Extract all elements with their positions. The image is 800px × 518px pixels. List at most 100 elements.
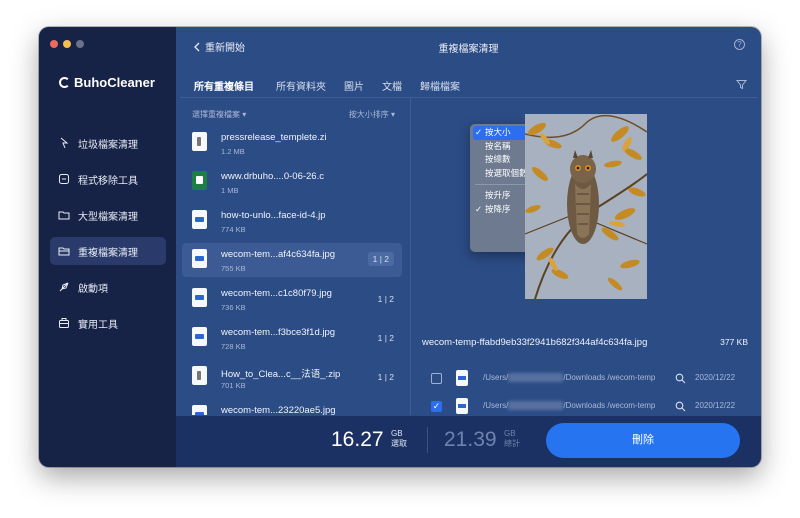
- preview-filename: wecom-temp-ffabd9eb33f2941b682f344af4c63…: [422, 337, 648, 348]
- duplicate-count: 1 | 2: [377, 294, 394, 304]
- sidebar-item-label: 啟動項: [78, 283, 108, 295]
- toolbox-icon: [59, 318, 69, 328]
- sort-dropdown[interactable]: 按大小排序 ▾: [349, 109, 395, 120]
- zoom-window-button[interactable]: [76, 40, 84, 48]
- excel-file-icon: [192, 171, 207, 190]
- sidebar: BuhoCleaner 垃圾檔案清理 程式移除工具 大型檔案清理 重複檔案清理 …: [39, 27, 176, 467]
- folder-icon: [58, 211, 70, 220]
- file-name: how-to-unlo...face-id-4.jp: [221, 210, 326, 221]
- file-name: www.drbuho....0-06-26.c: [221, 171, 324, 182]
- buho-logo-icon: [59, 77, 70, 88]
- duplicate-path-row: ✓ /Users/ /Downloads /wecom-temp 2020/12/…: [431, 397, 751, 417]
- file-name: wecom-tem...f3bce3f1d.jpg: [221, 327, 336, 338]
- list-item[interactable]: wecom-tem...c1c80f79.jpg 736 KB 1 | 2: [182, 282, 402, 316]
- bottom-bar: 16.27 GB 選取 21.39 GB 總計 刪除: [176, 416, 761, 467]
- list-item-selected[interactable]: wecom-tem...af4c634fa.jpg 755 KB 1 | 2: [182, 243, 402, 277]
- image-file-icon: [456, 370, 468, 386]
- duplicate-count: 1 | 2: [377, 333, 394, 343]
- reveal-in-finder-icon[interactable]: [675, 401, 686, 412]
- filter-icon[interactable]: [736, 79, 747, 90]
- path-checkbox-checked[interactable]: ✓: [431, 401, 442, 412]
- minimize-window-button[interactable]: [63, 40, 71, 48]
- footer-divider: [427, 427, 428, 453]
- image-file-icon: [456, 398, 468, 414]
- total-unit: GB: [504, 429, 516, 438]
- app-icon: [59, 174, 69, 184]
- path-prefix: /Users/: [483, 401, 509, 410]
- select-duplicates-dropdown[interactable]: 選擇重複檔案 ▾: [192, 109, 246, 120]
- brand-logo: BuhoCleaner: [59, 75, 155, 90]
- image-file-icon: [192, 288, 207, 307]
- duplicate-folder-icon: [58, 247, 70, 256]
- file-size: 728 KB: [221, 342, 246, 351]
- redacted-username: [508, 373, 564, 383]
- sidebar-item-startup[interactable]: 啟動項: [50, 273, 166, 301]
- preview-filesize: 377 KB: [720, 337, 748, 347]
- page-title: 重複檔案清理: [438, 44, 499, 55]
- path-text: /Users/ /Downloads /wecom-temp: [483, 373, 656, 383]
- path-checkbox[interactable]: [431, 373, 442, 384]
- file-size: 1 MB: [221, 186, 239, 195]
- total-size-unit: GB 總計: [504, 429, 520, 449]
- sidebar-item-label: 大型檔案清理: [78, 211, 138, 223]
- list-item[interactable]: www.drbuho....0-06-26.c 1 MB: [182, 165, 402, 199]
- path-prefix: /Users/: [483, 373, 509, 382]
- list-item[interactable]: wecom-tem...23220ae5.jpg: [182, 399, 402, 415]
- path-date: 2020/12/22: [695, 373, 736, 382]
- path-suffix: /Downloads /wecom-temp: [563, 401, 656, 410]
- image-file-icon: [192, 327, 207, 346]
- reveal-in-finder-icon[interactable]: [675, 373, 686, 384]
- file-size: 755 KB: [221, 264, 246, 273]
- total-label: 總計: [504, 439, 520, 448]
- list-item[interactable]: How_to_Clea...c__法语_.zip 701 KB 1 | 2: [182, 360, 402, 394]
- file-name: wecom-tem...23220ae5.jpg: [221, 405, 336, 415]
- file-name: wecom-tem...af4c634fa.jpg: [221, 249, 336, 260]
- sort-label: 按大小排序: [348, 110, 389, 119]
- main-panel: 重新開始 重複檔案清理 ? 所有重複條目 所有資料夾 圖片 文檔 歸檔檔案 選擇…: [176, 27, 761, 467]
- sidebar-item-label: 重複檔案清理: [78, 247, 138, 259]
- selected-size-value: 16.27: [331, 428, 384, 451]
- path-suffix: /Downloads /wecom-temp: [563, 373, 656, 382]
- delete-button[interactable]: 刪除: [546, 423, 740, 458]
- preview-pane: wecom-temp-ffabd9eb33f2941b682f344af4c63…: [410, 98, 761, 415]
- redacted-username: [508, 401, 564, 411]
- brand-name: BuhoCleaner: [74, 75, 155, 90]
- app-window: BuhoCleaner 垃圾檔案清理 程式移除工具 大型檔案清理 重複檔案清理 …: [39, 27, 761, 467]
- help-icon[interactable]: ?: [734, 39, 745, 50]
- file-icon: [192, 132, 207, 151]
- file-size: 736 KB: [221, 303, 246, 312]
- selected-size-unit: GB 選取: [391, 429, 407, 449]
- duplicate-count: 1 | 2: [377, 372, 394, 382]
- list-item[interactable]: wecom-tem...f3bce3f1d.jpg 728 KB 1 | 2: [182, 321, 402, 355]
- trash-icon: [60, 137, 69, 149]
- window-controls: [50, 40, 84, 48]
- selected-label: 選取: [391, 439, 407, 448]
- sidebar-nav: 垃圾檔案清理 程式移除工具 大型檔案清理 重複檔案清理 啟動項 實用工具: [50, 129, 166, 345]
- list-item[interactable]: pressrelease_templete.zi 1.2 MB: [182, 126, 402, 160]
- close-window-button[interactable]: [50, 40, 58, 48]
- file-size: 774 KB: [221, 225, 246, 234]
- sidebar-item-label: 程式移除工具: [78, 175, 138, 187]
- sidebar-item-uninstaller[interactable]: 程式移除工具: [50, 165, 166, 193]
- duplicate-count: 1 | 2: [367, 252, 394, 266]
- owl-preview-image: [525, 114, 647, 299]
- path-date: 2020/12/22: [695, 401, 736, 410]
- selected-unit: GB: [391, 429, 403, 438]
- image-file-icon: [192, 249, 207, 268]
- path-text: /Users/ /Downloads /wecom-temp: [483, 401, 656, 411]
- total-size-value: 21.39: [444, 428, 497, 451]
- file-name: wecom-tem...c1c80f79.jpg: [221, 288, 332, 299]
- sidebar-item-label: 實用工具: [78, 319, 118, 331]
- list-item[interactable]: how-to-unlo...face-id-4.jp 774 KB: [182, 204, 402, 238]
- file-size: 701 KB: [221, 381, 246, 390]
- top-bar: 重新開始 重複檔案清理 ?: [176, 27, 761, 65]
- list-header: 選擇重複檔案 ▾ 按大小排序 ▾: [192, 109, 395, 120]
- sidebar-item-duplicates[interactable]: 重複檔案清理: [50, 237, 166, 265]
- sidebar-item-junk[interactable]: 垃圾檔案清理: [50, 129, 166, 157]
- file-size: 1.2 MB: [221, 147, 245, 156]
- file-list: 選擇重複檔案 ▾ 按大小排序 ▾ pressrelease_templete.z…: [180, 98, 409, 415]
- sidebar-item-toolkit[interactable]: 實用工具: [50, 309, 166, 337]
- rocket-icon: [59, 282, 69, 292]
- zip-file-icon: [192, 366, 207, 385]
- sidebar-item-large-files[interactable]: 大型檔案清理: [50, 201, 166, 229]
